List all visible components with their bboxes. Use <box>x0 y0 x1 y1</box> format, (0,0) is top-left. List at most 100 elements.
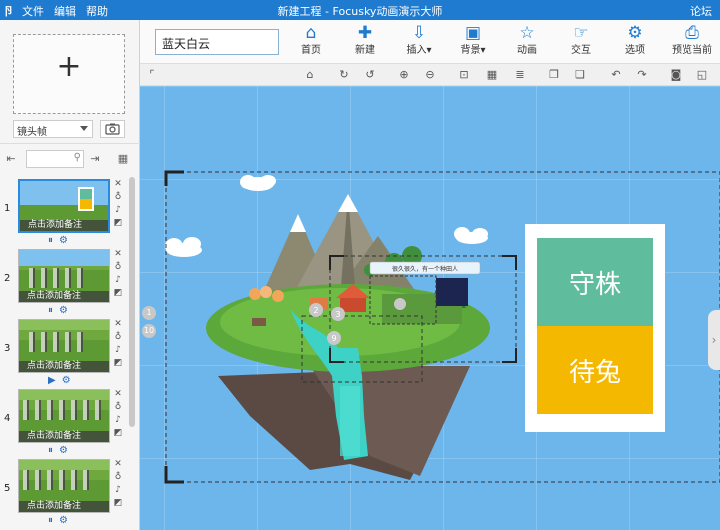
gear-icon[interactable]: ⚙ <box>59 235 68 246</box>
frame-corner-icon[interactable]: ⌜ <box>144 67 160 83</box>
interaction-button[interactable]: ☞ 交互 <box>556 22 606 62</box>
microphone-icon[interactable]: ♪ <box>112 345 124 358</box>
align-icon[interactable]: ≣ <box>512 67 528 83</box>
animation-icon[interactable]: ♁ <box>112 262 124 275</box>
project-name-input[interactable]: 蓝天白云 <box>155 29 279 55</box>
corner-icon[interactable]: ◩ <box>112 498 124 511</box>
frame-type-select[interactable]: 镜头帧 <box>13 120 93 138</box>
add-frame-button[interactable]: + <box>13 34 125 114</box>
close-icon[interactable]: ✕ <box>112 179 124 192</box>
slide-note[interactable]: 点击添加备注 <box>19 361 109 372</box>
copy-icon[interactable]: ❐ <box>546 67 562 83</box>
title-card[interactable]: 守株 待兔 <box>525 224 665 432</box>
gear-icon[interactable]: ⚙ <box>62 375 71 386</box>
editing-canvas[interactable]: 很久很久，有一个种田人 2 3 9 守株 待兔 1 10 › <box>140 86 720 530</box>
collapse-left-icon[interactable]: ⇤ <box>2 150 20 168</box>
slide-note[interactable]: 点击添加备注 <box>19 501 109 512</box>
pause-icon[interactable]: ⏸ <box>48 515 53 526</box>
menu-file[interactable]: 文件 <box>22 3 44 19</box>
card-bottom: 待兔 <box>537 326 653 414</box>
rotate-right-icon[interactable]: ↻ <box>336 67 352 83</box>
play-icon[interactable]: ▶ <box>48 375 56 386</box>
slide-thumbnail[interactable]: 点击添加备注 <box>18 179 110 233</box>
corner-icon[interactable]: ◩ <box>112 428 124 441</box>
settings-icon: ⚙ <box>627 23 643 43</box>
rotate-left-icon[interactable]: ↺ <box>362 67 378 83</box>
window-icon[interactable]: ◱ <box>694 67 710 83</box>
animation-icon[interactable]: ♁ <box>112 192 124 205</box>
grid-view-icon[interactable]: ▦ <box>114 150 132 168</box>
frame-path-markers[interactable]: 1 10 <box>142 306 160 346</box>
gear-icon[interactable]: ⚙ <box>59 445 68 456</box>
close-icon[interactable]: ✕ <box>112 249 124 262</box>
insert-button[interactable]: ⇩ 插入▾ <box>394 22 444 62</box>
scrollbar-thumb[interactable] <box>129 177 135 427</box>
animation-button[interactable]: ☆ 动画 <box>502 22 552 62</box>
expand-right-panel-icon[interactable]: › <box>708 310 720 370</box>
grid-icon[interactable]: ▦ <box>484 67 500 83</box>
animation-icon: ☆ <box>519 23 535 43</box>
pause-icon[interactable]: ⏸ <box>48 305 53 316</box>
slide-item[interactable]: 3 点击添加备注 ✕ ♁ ♪ ◩ ▶ ⚙ <box>0 317 128 387</box>
microphone-icon[interactable]: ♪ <box>112 275 124 288</box>
animation-icon[interactable]: ♁ <box>112 472 124 485</box>
slide-note[interactable]: 点击添加备注 <box>19 291 109 302</box>
new-button[interactable]: ✚ 新建 <box>340 22 390 62</box>
undo-icon[interactable]: ↶ <box>608 67 624 83</box>
slide-tools: ✕ ♁ ♪ ◩ <box>112 319 124 371</box>
thumb-people <box>23 400 103 420</box>
gear-icon[interactable]: ⚙ <box>59 305 68 316</box>
expand-right-icon[interactable]: ⇥ <box>86 150 104 168</box>
corner-icon[interactable]: ◩ <box>112 288 124 301</box>
slide-thumbnail[interactable]: 点击添加备注 <box>18 459 110 513</box>
slide-bottom-tools: ▶ ⚙ <box>48 375 77 386</box>
microphone-icon[interactable]: ♪ <box>112 415 124 428</box>
menu-edit[interactable]: 编辑 <box>54 3 76 19</box>
pause-icon[interactable]: ⏸ <box>48 235 53 246</box>
zoom-in-icon[interactable]: ⊕ <box>396 67 412 83</box>
close-icon[interactable]: ✕ <box>112 319 124 332</box>
camera-button[interactable] <box>100 120 125 138</box>
slide-item[interactable]: 4 点击添加备注 ✕ ♁ ♪ ◩ ⏸ ⚙ <box>0 387 128 457</box>
top-ribbon: 蓝天白云 ⌂ 首页 ✚ 新建 ⇩ 插入▾ ▣ 背景▾ ☆ 动画 ☞ 交互 ⚙ 选… <box>140 20 720 64</box>
thumb-sky <box>19 250 109 266</box>
slide-search-input[interactable]: ⚲ <box>26 150 84 168</box>
screenshot-icon[interactable]: ◙ <box>668 67 684 83</box>
animation-icon[interactable]: ♁ <box>112 402 124 415</box>
marker-1[interactable]: 1 <box>142 306 156 320</box>
zoom-out-icon[interactable]: ⊖ <box>422 67 438 83</box>
close-icon[interactable]: ✕ <box>112 389 124 402</box>
settings-button[interactable]: ⚙ 选项 <box>610 22 660 62</box>
microphone-icon[interactable]: ♪ <box>112 205 124 218</box>
corner-icon[interactable]: ◩ <box>112 218 124 231</box>
marker-9: 9 <box>331 334 336 343</box>
slide-item[interactable]: 5 点击添加备注 ✕ ♁ ♪ ◩ ⏸ ⚙ <box>0 457 128 527</box>
home-button[interactable]: ⌂ 首页 <box>286 22 336 62</box>
slide-list-scrollbar[interactable] <box>128 175 136 530</box>
pause-icon[interactable]: ⏸ <box>48 445 53 456</box>
corner-icon[interactable]: ◩ <box>112 358 124 371</box>
preview-button[interactable]: ⎙ 预览当前 <box>664 22 720 62</box>
gear-icon[interactable]: ⚙ <box>59 515 68 526</box>
interaction-icon: ☞ <box>573 23 589 43</box>
slide-tools: ✕ ♁ ♪ ◩ <box>112 179 124 231</box>
marker-10[interactable]: 10 <box>142 324 156 338</box>
new-icon: ✚ <box>357 23 373 43</box>
slide-note[interactable]: 点击添加备注 <box>20 220 108 231</box>
redo-icon[interactable]: ↷ <box>634 67 650 83</box>
slide-thumbnail[interactable]: 点击添加备注 <box>18 319 110 373</box>
slide-note[interactable]: 点击添加备注 <box>19 431 109 442</box>
forum-link[interactable]: 论坛 <box>690 3 712 19</box>
home-view-icon[interactable]: ⌂ <box>302 67 318 83</box>
slide-item[interactable]: 2 点击添加备注 ✕ ♁ ♪ ◩ ⏸ ⚙ <box>0 247 128 317</box>
lock-icon[interactable]: ⊡ <box>456 67 472 83</box>
slide-item[interactable]: 1 点击添加备注 ✕ ♁ ♪ ◩ ⏸ ⚙ <box>0 177 128 247</box>
animation-icon[interactable]: ♁ <box>112 332 124 345</box>
slide-thumbnail[interactable]: 点击添加备注 <box>18 249 110 303</box>
paste-icon[interactable]: ❏ <box>572 67 588 83</box>
close-icon[interactable]: ✕ <box>112 459 124 472</box>
menu-help[interactable]: 帮助 <box>86 3 108 19</box>
microphone-icon[interactable]: ♪ <box>112 485 124 498</box>
slide-thumbnail[interactable]: 点击添加备注 <box>18 389 110 443</box>
background-button[interactable]: ▣ 背景▾ <box>448 22 498 62</box>
